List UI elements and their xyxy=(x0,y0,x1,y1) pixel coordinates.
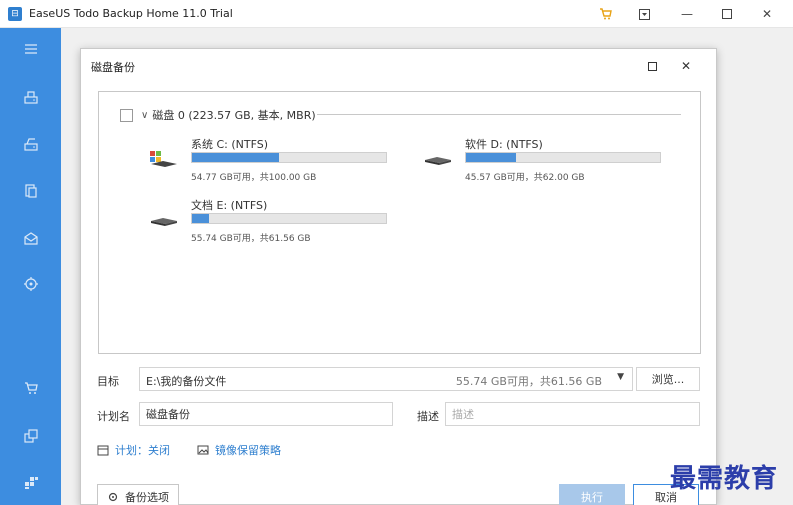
system-backup-icon[interactable] xyxy=(20,133,42,155)
calendar-icon xyxy=(97,445,109,456)
target-label: 目标 xyxy=(97,375,119,388)
usage-fill xyxy=(192,214,210,223)
cart-icon[interactable] xyxy=(20,377,42,399)
app-title: EaseUS Todo Backup Home 11.0 Trial xyxy=(29,7,233,20)
description-label: 描述 xyxy=(417,410,439,423)
minimize-icon[interactable]: — xyxy=(668,0,706,28)
image-reserve-link[interactable]: 镜像保留策略 xyxy=(197,442,281,458)
chevron-down-icon[interactable]: ∨ xyxy=(141,110,148,121)
disk-backup-dialog: 磁盘备份 ✕ ∨ 磁盘 0 (223.57 GB, 基本, MBR) 系统 C:… xyxy=(80,48,717,505)
partition-info: 54.77 GB可用，共100.00 GB xyxy=(191,173,317,183)
disk-backup-icon[interactable] xyxy=(20,86,42,108)
drive-icon xyxy=(151,218,177,226)
partition-info: 45.57 GB可用，共62.00 GB xyxy=(465,173,585,183)
schedule-link[interactable]: 计划：关闭 xyxy=(97,442,170,458)
easeus-logo-icon: ⊟ xyxy=(8,6,22,21)
cart-icon[interactable] xyxy=(586,0,624,28)
sidebar xyxy=(0,28,61,505)
usage-fill xyxy=(192,153,280,162)
divider xyxy=(317,114,681,115)
usage-fill xyxy=(466,153,517,162)
smart-backup-icon[interactable] xyxy=(20,273,42,295)
disk-label: 磁盘 0 (223.57 GB, 基本, MBR) xyxy=(152,109,316,122)
image-reserve-link-label: 镜像保留策略 xyxy=(215,444,281,457)
usage-bar xyxy=(191,213,387,224)
target-info: 55.74 GB可用，共61.56 GB xyxy=(455,375,602,388)
gear-icon xyxy=(108,492,118,502)
dialog-title: 磁盘备份 xyxy=(91,61,135,74)
schedule-link-label: 计划：关闭 xyxy=(115,444,170,457)
plan-name-label: 计划名 xyxy=(97,410,130,423)
execute-button[interactable]: 执行 xyxy=(559,484,625,505)
target-select[interactable]: E:\我的备份文件 55.74 GB可用，共61.56 GB ▼ xyxy=(139,367,633,391)
drive-icon xyxy=(425,157,451,165)
description-input[interactable]: 描述 xyxy=(445,402,700,426)
maximize-icon[interactable] xyxy=(708,0,746,28)
menu-icon[interactable] xyxy=(625,0,663,28)
browse-button[interactable]: 浏览... xyxy=(636,367,700,391)
dropdown-arrow-icon[interactable]: ▼ xyxy=(617,372,624,382)
disk-header: ∨ 磁盘 0 (223.57 GB, 基本, MBR) xyxy=(120,107,316,123)
partition-info: 55.74 GB可用，共61.56 GB xyxy=(191,234,311,244)
dialog-close-icon[interactable]: ✕ xyxy=(671,53,701,79)
backup-options-button[interactable]: 备份选项 xyxy=(97,484,179,505)
dialog-maximize-icon[interactable] xyxy=(637,53,667,79)
mail-backup-icon[interactable] xyxy=(20,227,42,249)
hamburger-menu-icon[interactable] xyxy=(20,38,42,60)
usage-bar xyxy=(191,152,387,163)
clone-icon[interactable] xyxy=(20,425,42,447)
disk-checkbox[interactable] xyxy=(120,108,133,122)
os-drive-icon xyxy=(150,151,177,167)
watermark: 最需教育 xyxy=(670,464,779,494)
partition-name: 软件 D: (NTFS) xyxy=(465,138,543,151)
disk-panel: ∨ 磁盘 0 (223.57 GB, 基本, MBR) 系统 C: (NTFS)… xyxy=(98,91,701,354)
plan-name-input[interactable]: 磁盘备份 xyxy=(139,402,393,426)
target-path: E:\我的备份文件 xyxy=(146,375,227,388)
tools-icon[interactable] xyxy=(20,471,42,493)
backup-options-label: 备份选项 xyxy=(125,491,169,504)
partition-name: 系统 C: (NTFS) xyxy=(191,138,269,151)
file-backup-icon[interactable] xyxy=(20,180,42,202)
close-icon[interactable]: ✕ xyxy=(748,0,786,28)
partition-name: 文档 E: (NTFS) xyxy=(191,199,268,212)
image-icon xyxy=(197,445,209,455)
usage-bar xyxy=(465,152,661,163)
